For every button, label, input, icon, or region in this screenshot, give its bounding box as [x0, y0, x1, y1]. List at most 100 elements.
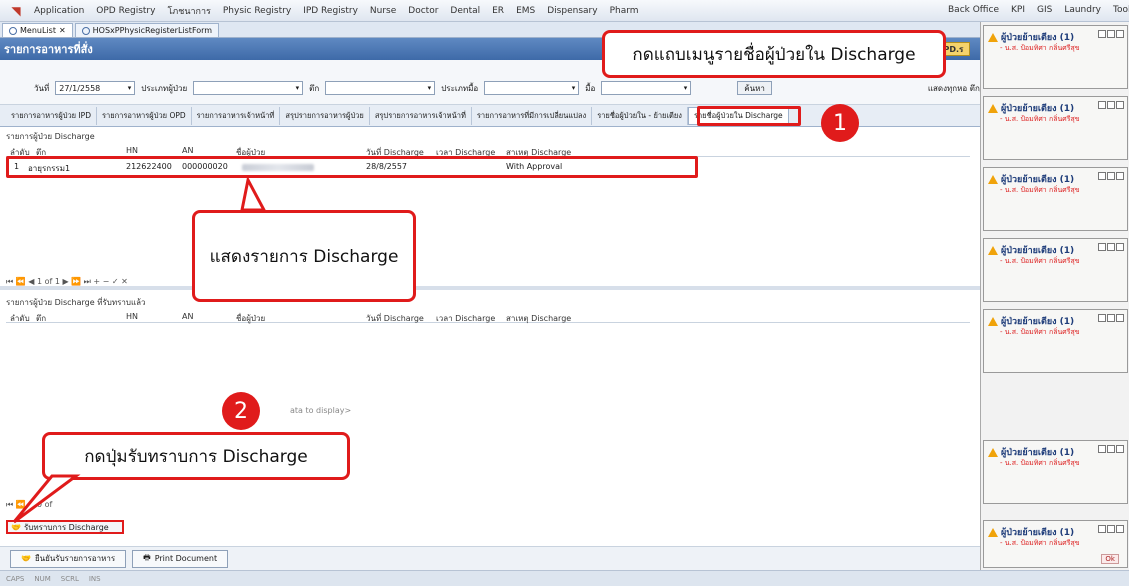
tab-label: HOSxPPhysicRegisterListForm: [92, 26, 213, 35]
chevron-down-icon: ▾: [127, 84, 132, 92]
bed-move-notification[interactable]: ผู้ป่วยย้ายเตียง (1) - น.ส. ป้อมทิศา กลิ…: [983, 25, 1128, 89]
close-icon[interactable]: [1116, 101, 1124, 109]
menu-icon[interactable]: [1098, 525, 1106, 533]
bed-move-notification[interactable]: ผู้ป่วยย้ายเตียง (1) - น.ส. ป้อมทิศา กลิ…: [983, 309, 1128, 373]
status-ins: INS: [88, 574, 101, 583]
patient-type-label: ประเภทผู้ป่วย: [141, 83, 188, 93]
column-header[interactable]: HN: [126, 146, 138, 155]
pin-icon[interactable]: [1107, 525, 1115, 533]
tab-physic-register[interactable]: HOSxPPhysicRegisterListForm: [74, 23, 220, 37]
menu-item[interactable]: OPD Registry: [90, 6, 161, 16]
menu-icon[interactable]: [1098, 30, 1106, 38]
chevron-down-icon: ▾: [571, 84, 576, 92]
menu-item[interactable]: Physic Registry: [217, 6, 297, 16]
menu-icon[interactable]: [1098, 172, 1106, 180]
bed-move-notification[interactable]: ผู้ป่วยย้ายเตียง (1) - น.ส. ป้อมทิศา กลิ…: [983, 440, 1128, 504]
date-value: 27/1/2558: [59, 83, 101, 93]
close-icon[interactable]: [1116, 445, 1124, 453]
warning-icon: [988, 174, 998, 184]
status-caps: CAPS: [6, 574, 25, 583]
menu-item[interactable]: โภชนาการ: [161, 4, 216, 18]
bed-move-notification[interactable]: ผู้ป่วยย้ายเตียง (1) - น.ส. ป้อมทิศา กลิ…: [983, 96, 1128, 160]
column-header[interactable]: สาเหตุ Discharge: [506, 312, 571, 325]
tab-bed-moves[interactable]: รายชื่อผู้ป่วยใน - ย้ายเตียง: [592, 106, 688, 125]
tab-staff-summary[interactable]: สรุปรายการอาหารเจ้าหน้าที่: [370, 106, 472, 125]
close-icon[interactable]: [1116, 30, 1124, 38]
menu-icon[interactable]: [1098, 314, 1106, 322]
menu-item[interactable]: Doctor: [402, 6, 444, 16]
tab-food-changes[interactable]: รายการอาหารที่มีการเปลี่ยนแปลง: [472, 106, 593, 125]
pin-icon[interactable]: [1107, 172, 1115, 180]
menu-item[interactable]: EMS: [510, 6, 541, 16]
tab-staff-food[interactable]: รายการอาหารเจ้าหน้าที่: [192, 106, 281, 125]
meal-type-select[interactable]: ▾: [484, 81, 580, 95]
tab-patient-summary[interactable]: สรุปรายการอาหารผู้ป่วย: [280, 106, 370, 125]
close-icon[interactable]: [1116, 243, 1124, 251]
close-icon[interactable]: ✕: [59, 26, 66, 35]
menu-item[interactable]: IPD Registry: [297, 6, 364, 16]
notification-title: ผู้ป่วยย้ายเตียง (1): [988, 243, 1074, 257]
ward-select[interactable]: ▾: [325, 81, 436, 95]
column-header[interactable]: วันที่ Discharge: [366, 312, 424, 325]
menu-icon[interactable]: [1098, 243, 1106, 251]
column-header[interactable]: ลำดับ: [10, 312, 30, 325]
meal-select[interactable]: ▾: [601, 81, 692, 95]
menu-item[interactable]: Back Office: [942, 5, 1005, 15]
meal-type-label: ประเภทมื้อ: [441, 83, 479, 93]
tab-opd-food[interactable]: รายการอาหารผู้ป่วย OPD: [97, 106, 192, 125]
patient-type-select[interactable]: ▾: [193, 81, 304, 95]
notification-title-text: ผู้ป่วยย้ายเตียง (1): [1001, 175, 1075, 185]
pin-icon[interactable]: [1107, 30, 1115, 38]
bed-move-notification[interactable]: ผู้ป่วยย้ายเตียง (1) - น.ส. ป้อมทิศา กลิ…: [983, 238, 1128, 302]
pin-icon[interactable]: [1107, 445, 1115, 453]
menu-item[interactable]: Dental: [444, 6, 486, 16]
bed-move-notification[interactable]: ผู้ป่วยย้ายเตียง (1) - น.ส. ป้อมทิศา กลิ…: [983, 520, 1128, 568]
ward-label: ตึก: [309, 83, 320, 93]
pin-icon[interactable]: [1107, 314, 1115, 322]
menu-item[interactable]: ER: [486, 6, 510, 16]
column-header[interactable]: ตึก: [36, 312, 46, 325]
column-header[interactable]: HN: [126, 312, 138, 321]
pin-icon[interactable]: [1107, 243, 1115, 251]
column-header[interactable]: เวลา Discharge: [436, 312, 495, 325]
menu-item[interactable]: GIS: [1031, 5, 1058, 15]
column-header[interactable]: AN: [182, 312, 193, 321]
print-document-button[interactable]: 🖶 Print Document: [132, 549, 229, 568]
date-input[interactable]: 27/1/2558 ▾: [55, 81, 136, 95]
chevron-down-icon: ▾: [427, 84, 432, 92]
close-icon[interactable]: [1116, 314, 1124, 322]
notification-title-text: ผู้ป่วยย้ายเตียง (1): [1001, 104, 1075, 114]
menu-icon[interactable]: [1098, 101, 1106, 109]
print-label: Print Document: [154, 554, 218, 563]
notification-body: - น.ส. ป้อมทิศา กลิ่นศรีสุข: [1000, 186, 1080, 194]
tab-ipd-food[interactable]: รายการอาหารผู้ป่วย IPD: [6, 106, 97, 125]
notification-title: ผู้ป่วยย้ายเตียง (1): [988, 314, 1074, 328]
splitter[interactable]: [0, 286, 980, 290]
app-window: ◥ Application OPD Registry โภชนาการ Phys…: [0, 0, 1129, 586]
ok-button[interactable]: Ok: [1101, 554, 1119, 564]
notification-controls: [1098, 101, 1124, 109]
close-icon[interactable]: [1116, 172, 1124, 180]
bed-move-notification[interactable]: ผู้ป่วยย้ายเตียง (1) - น.ส. ป้อมทิศา กลิ…: [983, 167, 1128, 231]
app-logo-icon: ◥: [11, 3, 21, 18]
pin-icon[interactable]: [1107, 101, 1115, 109]
menu-item[interactable]: KPI: [1005, 5, 1031, 15]
column-header[interactable]: ชื่อผู้ป่วย: [236, 312, 265, 325]
menu-item[interactable]: Laundry: [1058, 5, 1107, 15]
confirm-food-button[interactable]: 🤝 ยืนยันรับรายการอาหาร: [10, 549, 127, 568]
menu-item[interactable]: Application: [28, 6, 90, 16]
confirm-label: ยืนยันรับรายการอาหาร: [34, 554, 116, 563]
column-header[interactable]: AN: [182, 146, 193, 155]
grid-header: ลำดับ ตึก HN AN ชื่อผู้ป่วย วันที่ Disch…: [6, 311, 970, 323]
menu-item[interactable]: Pharm: [604, 6, 645, 16]
menu-item[interactable]: Nurse: [364, 6, 402, 16]
close-icon[interactable]: [1116, 525, 1124, 533]
menu-item[interactable]: Dispensary: [541, 6, 603, 16]
tab-label: MenuList: [20, 26, 56, 35]
search-button[interactable]: ค้นหา: [737, 81, 772, 95]
menu-item[interactable]: Tools: [1107, 5, 1129, 15]
chevron-down-icon: ▾: [683, 84, 688, 92]
tab-menulist[interactable]: MenuList ✕: [2, 23, 73, 37]
form-icon: [9, 26, 17, 35]
menu-icon[interactable]: [1098, 445, 1106, 453]
